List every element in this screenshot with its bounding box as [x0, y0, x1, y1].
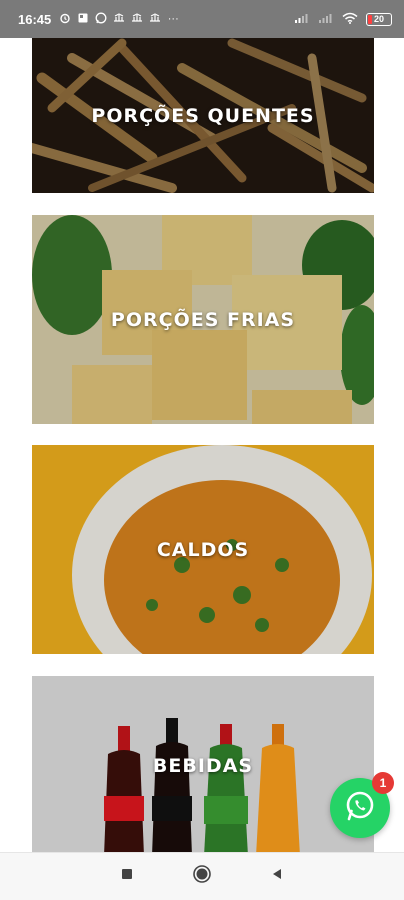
navigation-bar [0, 852, 404, 900]
status-time: 16:45 [18, 11, 52, 27]
category-card-porcoes-quentes[interactable]: PORÇÕES QUENTES [32, 38, 374, 193]
notification-badge: 1 [372, 772, 394, 794]
category-card-caldos[interactable]: CALDOS [32, 445, 374, 654]
signal-icon [294, 12, 310, 27]
whatsapp-button[interactable]: 1 [330, 772, 394, 838]
back-button[interactable] [265, 865, 289, 889]
home-icon [192, 864, 212, 889]
category-list: PORÇÕES QUENTES PORÇÕES FRIAS CALDOS BEB… [0, 38, 404, 852]
category-card-bebidas[interactable]: BEBIDAS [32, 676, 374, 852]
back-icon [270, 867, 284, 886]
wifi-icon [342, 12, 358, 27]
more-notifications: ··· [167, 13, 179, 25]
category-label: BEBIDAS [152, 755, 254, 777]
battery-level: 20 [373, 14, 384, 24]
app-icon [131, 12, 143, 27]
app-icon [113, 12, 125, 27]
recents-icon [120, 867, 134, 886]
home-button[interactable] [190, 865, 214, 889]
app-icon [149, 12, 161, 27]
signal-icon [318, 12, 334, 27]
recents-button[interactable] [115, 865, 139, 889]
category-card-porcoes-frias[interactable]: PORÇÕES FRIAS [32, 215, 374, 424]
news-icon [77, 12, 89, 27]
notification-icons: ··· [59, 12, 294, 27]
category-label: PORÇÕES QUENTES [91, 104, 315, 127]
battery-icon: 20 [366, 12, 392, 26]
alarm-icon [59, 12, 71, 27]
category-label: PORÇÕES FRIAS [110, 308, 296, 331]
whatsapp-icon [95, 12, 107, 27]
whatsapp-icon [343, 789, 377, 828]
status-bar: 16:45 ··· 20 [0, 0, 404, 38]
category-label: CALDOS [156, 538, 250, 561]
